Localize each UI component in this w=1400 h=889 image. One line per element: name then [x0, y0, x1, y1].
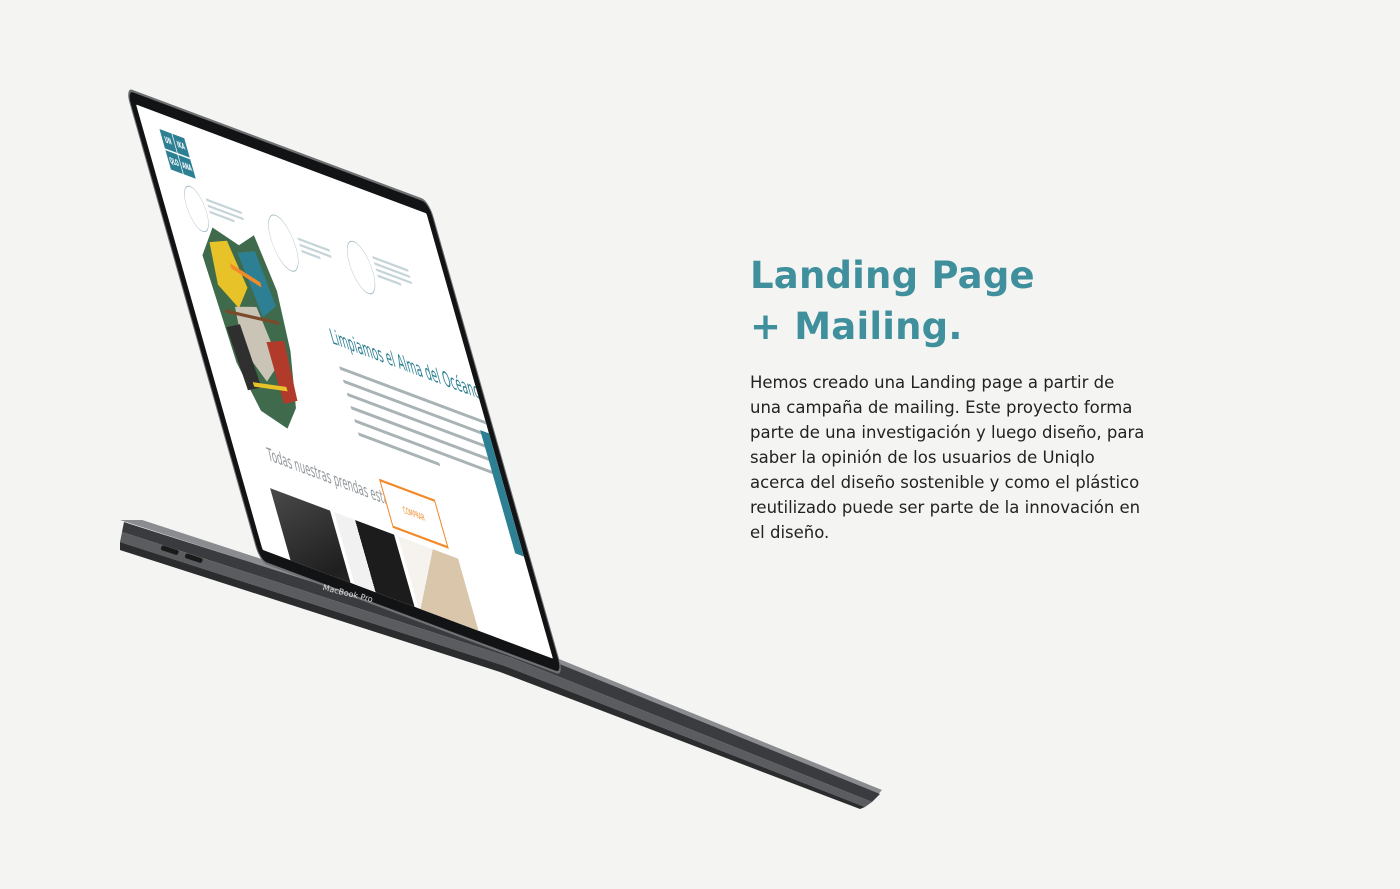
logo-cell: ANA: [178, 154, 196, 179]
step-text-2: [297, 237, 334, 267]
brand-logo: UN IKA QLO ANA: [159, 129, 196, 179]
headline-line-1: Landing Page: [750, 254, 1035, 297]
description-line: parte de una investigación y luego diseñ…: [750, 423, 1145, 442]
headline-line-2: + Mailing.: [750, 305, 963, 348]
description-line: el diseño.: [750, 523, 830, 542]
presentation-stage: UN IKA QLO ANA Limpiamos el Alma del Océ…: [0, 0, 1400, 889]
description-text: Hemos creado una Landing page a partir d…: [750, 370, 1230, 545]
description-line: una campaña de mailing. Este proyecto fo…: [750, 398, 1133, 417]
side-tab[interactable]: [480, 430, 524, 557]
recycled-plastic-collage: [202, 227, 298, 429]
description-line: reutilizado puede ser parte de la innova…: [750, 498, 1141, 517]
description-line: saber la opinión de los usuarios de Uniq…: [750, 448, 1095, 467]
project-description: Landing Page + Mailing. Hemos creado una…: [750, 250, 1230, 545]
headline: Landing Page + Mailing.: [750, 250, 1230, 352]
description-line: Hemos creado una Landing page a partir d…: [750, 373, 1115, 392]
step-text-3: [372, 255, 415, 294]
description-line: acerca del diseño sostenible y como el p…: [750, 473, 1140, 492]
